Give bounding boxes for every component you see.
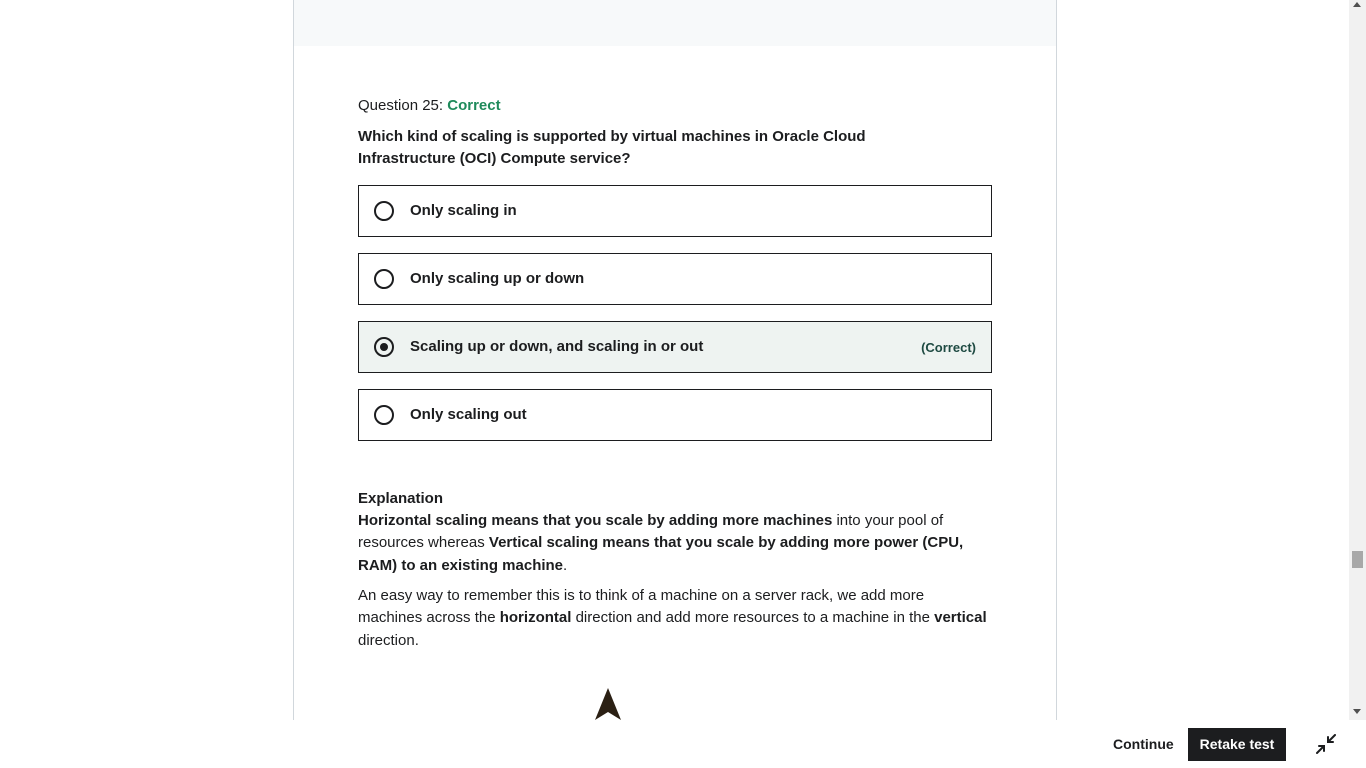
arrow-up-icon <box>595 688 621 720</box>
scroll-down-icon[interactable] <box>1353 709 1361 714</box>
question-status: Correct <box>447 97 501 114</box>
answer-option-1[interactable]: Only scaling in <box>358 185 992 237</box>
answer-option-label: Only scaling out <box>410 406 527 423</box>
explanation-title: Explanation <box>358 490 444 507</box>
radio-icon[interactable] <box>374 201 394 221</box>
explanation-text: direction and add more resources to a ma… <box>571 609 935 627</box>
answer-option-label: Scaling up or down, and scaling in or ou… <box>410 338 704 355</box>
collapse-icon[interactable] <box>1316 734 1336 754</box>
radio-selected-icon[interactable] <box>374 337 394 357</box>
explanation-bold: vertical <box>934 609 987 627</box>
answer-option-2[interactable]: Only scaling up or down <box>358 253 992 305</box>
retake-test-button[interactable]: Retake test <box>1188 728 1286 761</box>
answer-option-label: Only scaling up or down <box>410 270 585 287</box>
scroll-viewport: Question 25: Correct Which kind of scali… <box>0 0 1349 720</box>
explanation-paragraph-2: An easy way to remember this is to think… <box>358 585 988 652</box>
explanation-paragraph-1: Horizontal scaling means that you scale … <box>358 510 988 577</box>
scroll-thumb[interactable] <box>1352 551 1363 568</box>
question-header: Question 25: Correct <box>358 96 501 116</box>
question-text: Which kind of scaling is supported by vi… <box>358 128 866 167</box>
answer-option-label: Only scaling in <box>410 202 517 219</box>
explanation-text: . <box>563 556 568 574</box>
explanation-text: direction. <box>358 631 419 649</box>
vertical-scrollbar[interactable] <box>1349 0 1366 720</box>
question-number: Question 25: <box>358 97 448 114</box>
continue-button[interactable]: Continue <box>1106 728 1181 760</box>
correct-answer-note: (Correct) <box>921 340 976 355</box>
footer-bar: Continue Retake test <box>0 720 1366 768</box>
scroll-up-icon[interactable] <box>1353 2 1361 7</box>
answer-option-4[interactable]: Only scaling out <box>358 389 992 441</box>
explanation-bold: horizontal <box>499 609 572 627</box>
explanation-bold: Horizontal scaling means that you scale … <box>358 512 833 529</box>
card-header-strip <box>294 0 1056 46</box>
radio-icon[interactable] <box>374 405 394 425</box>
radio-icon[interactable] <box>374 269 394 289</box>
question-card: Question 25: Correct Which kind of scali… <box>293 0 1057 720</box>
answer-option-3[interactable]: Scaling up or down, and scaling in or ou… <box>358 321 992 373</box>
